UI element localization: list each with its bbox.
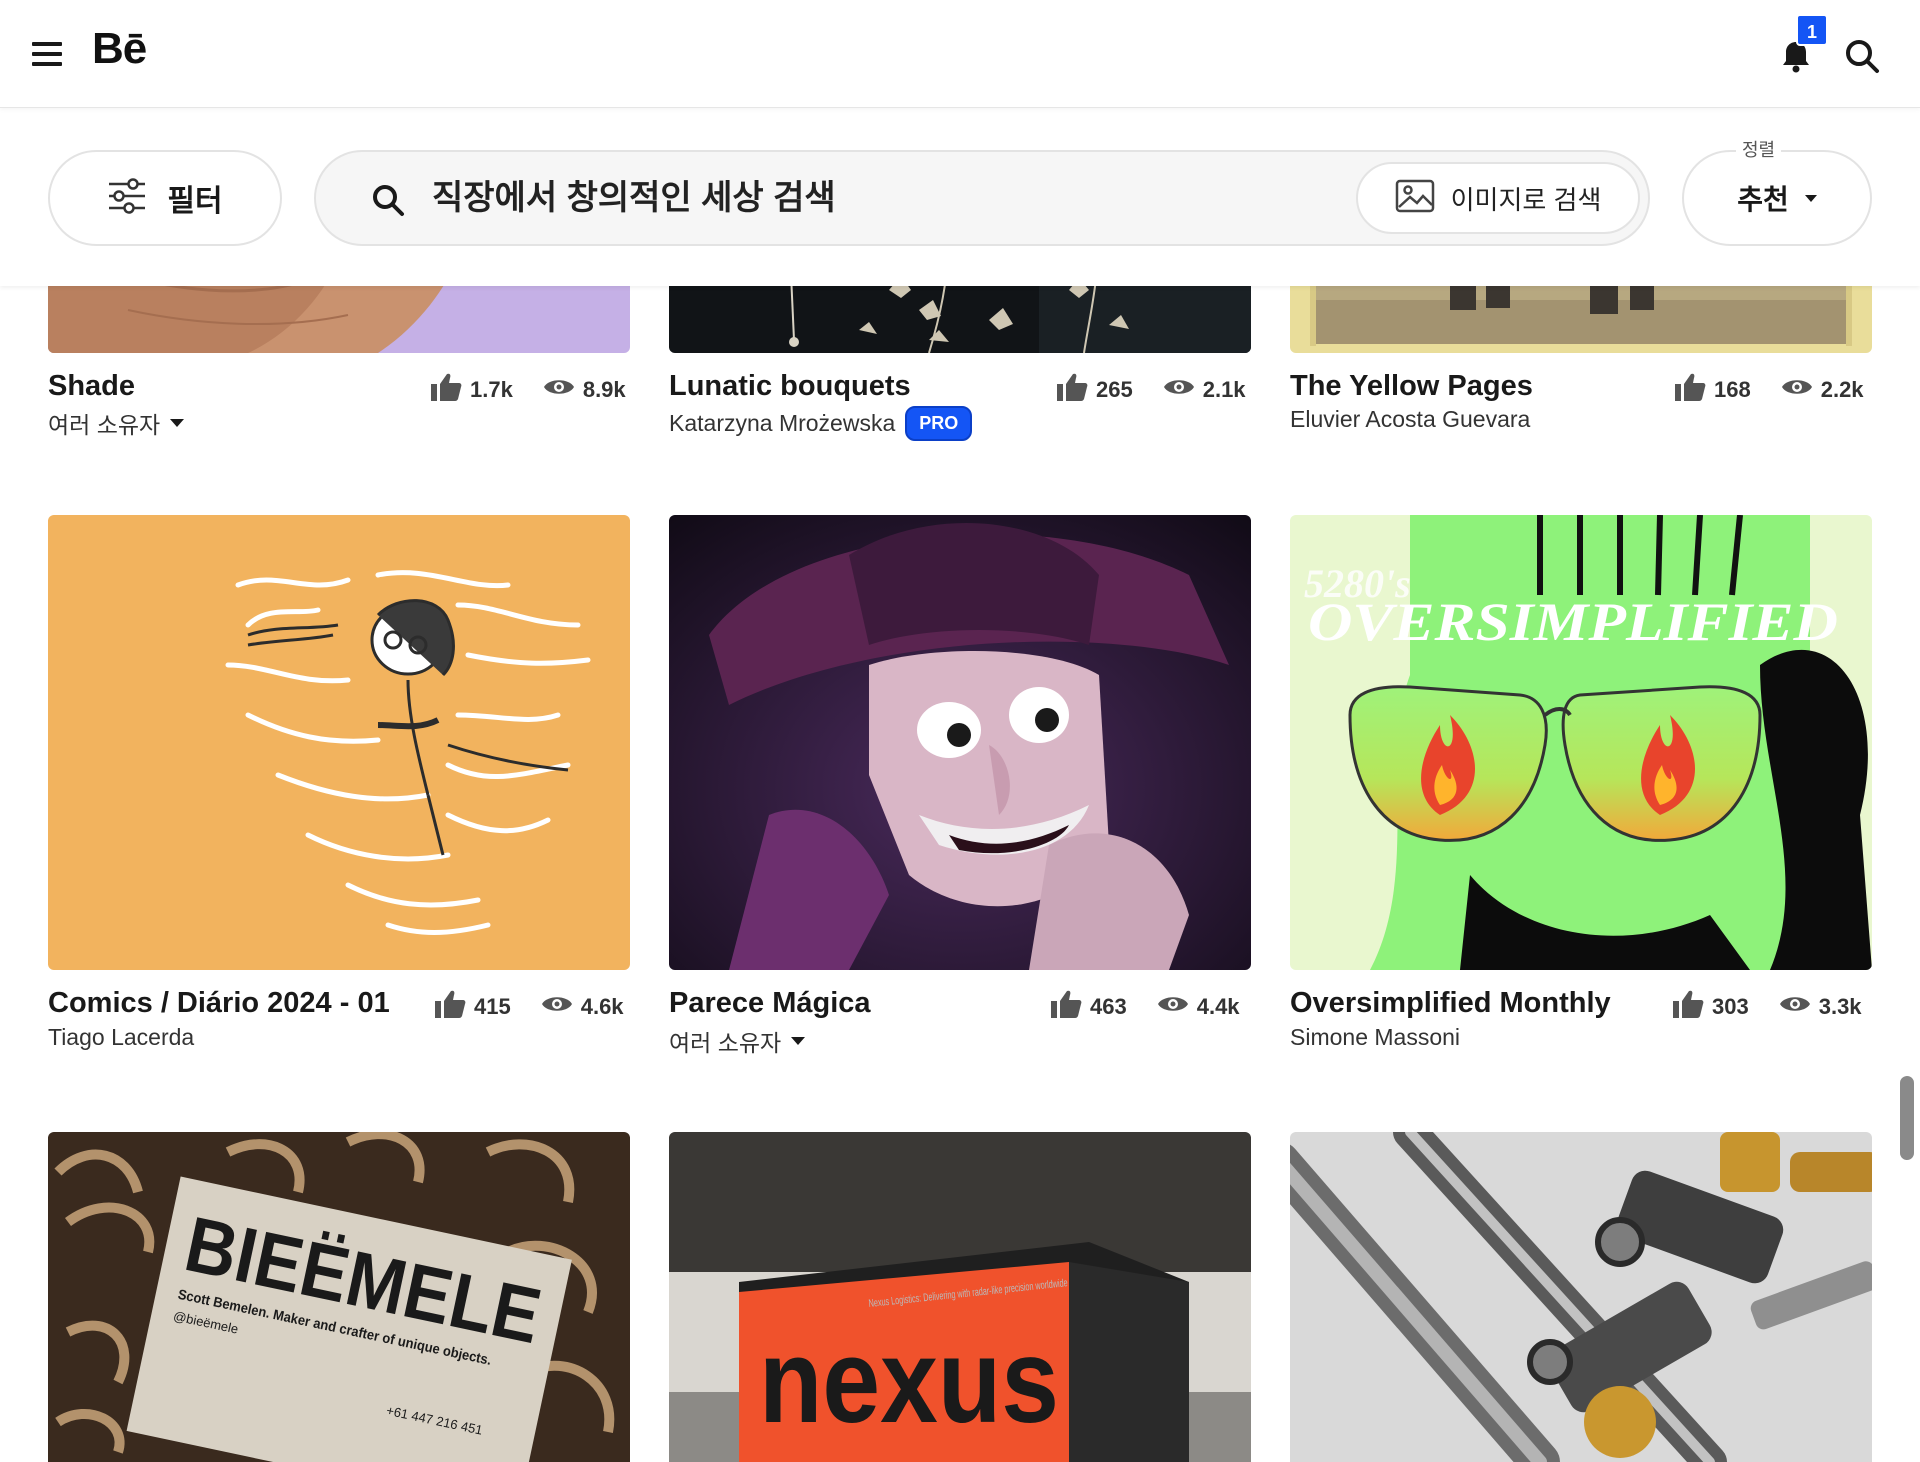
- project-stats: 463 4.4k: [1050, 989, 1240, 1025]
- thumbs-up-icon: [1674, 372, 1706, 408]
- search-filter-bar: 필터 직장에서 창의적인 세상 검색 이미지로 검색 정렬 추천: [0, 108, 1920, 286]
- search-icon[interactable]: [1842, 36, 1882, 76]
- view-count: 2.2k: [1820, 377, 1864, 402]
- view-count: 4.4k: [1196, 994, 1240, 1019]
- sort-dropdown[interactable]: 추천: [1682, 150, 1872, 246]
- project-title[interactable]: Parece Mágica: [669, 987, 871, 1020]
- sort-caption: 정렬: [1736, 136, 1782, 162]
- search-input[interactable]: 직장에서 창의적인 세상 검색: [432, 152, 1292, 244]
- view-count: 8.9k: [582, 377, 626, 402]
- eye-icon: [541, 993, 573, 1021]
- view-count: 2.1k: [1202, 377, 1246, 402]
- project-owner[interactable]: 여러 소유자: [48, 406, 185, 440]
- search-icon: [370, 182, 406, 218]
- pro-badge: PRO: [905, 406, 973, 441]
- image-search-label: 이미지로 검색: [1450, 184, 1602, 215]
- project-owner[interactable]: Eluvier Acosta Guevara: [1290, 406, 1530, 433]
- artwork-box-brand: nexus: [759, 1314, 1059, 1448]
- like-count: 463: [1090, 994, 1127, 1019]
- sliders-icon: [107, 177, 147, 219]
- image-search-button[interactable]: 이미지로 검색: [1356, 162, 1640, 234]
- view-count: 4.6k: [580, 994, 624, 1019]
- eye-icon: [1163, 376, 1195, 404]
- project-title[interactable]: The Yellow Pages: [1290, 370, 1533, 403]
- project-title[interactable]: Lunatic bouquets: [669, 370, 911, 403]
- eye-icon: [1779, 993, 1811, 1021]
- like-count: 415: [474, 994, 511, 1019]
- like-count: 265: [1096, 377, 1133, 402]
- chevron-down-icon: [791, 1037, 806, 1045]
- sort-value: 추천: [1737, 184, 1789, 215]
- project-owner[interactable]: Simone Massoni: [1290, 1024, 1460, 1051]
- chevron-down-icon: [170, 419, 185, 427]
- project-title[interactable]: Comics / Diário 2024 - 01: [48, 987, 390, 1020]
- project-title[interactable]: Shade: [48, 370, 135, 403]
- notification-count-badge: 1: [1796, 14, 1828, 46]
- behance-logo[interactable]: Bē: [92, 24, 147, 74]
- thumbs-up-icon: [434, 989, 466, 1025]
- project-thumbnail-nexus[interactable]: nexus Nexus Logistics: Delivering with r…: [669, 1132, 1251, 1462]
- eye-icon: [543, 376, 575, 404]
- search-box[interactable]: 직장에서 창의적인 세상 검색 이미지로 검색: [314, 150, 1650, 246]
- like-count: 303: [1712, 994, 1749, 1019]
- owner-name: Katarzyna Mrożewska: [669, 410, 896, 436]
- thumbs-up-icon: [1050, 989, 1082, 1025]
- eye-icon: [1157, 993, 1189, 1021]
- artwork-big-text: OVERSIMPLIFIED: [1308, 592, 1838, 652]
- project-thumbnail-oversimplified-monthly[interactable]: 5280's OVERSIMPLIFIED: [1290, 515, 1872, 970]
- filter-button[interactable]: 필터: [48, 150, 282, 246]
- project-owner[interactable]: Katarzyna Mrożewska PRO: [669, 406, 973, 441]
- owner-name: 여러 소유자: [669, 1030, 782, 1056]
- hamburger-menu-icon[interactable]: [28, 36, 68, 72]
- page-scrollbar[interactable]: [1900, 1076, 1914, 1160]
- eye-icon: [1781, 376, 1813, 404]
- view-count: 3.3k: [1818, 994, 1862, 1019]
- owner-name: Simone Massoni: [1290, 1024, 1461, 1050]
- owner-name: Tiago Lacerda: [48, 1024, 195, 1050]
- project-owner[interactable]: 여러 소유자: [669, 1024, 806, 1058]
- chevron-down-icon: [1804, 194, 1817, 202]
- thumbs-up-icon: [1056, 372, 1088, 408]
- owner-name: 여러 소유자: [48, 412, 161, 438]
- project-thumbnail-bieemele[interactable]: BIEËMELE Scott Bemelen. Maker and crafte…: [48, 1132, 630, 1462]
- project-thumbnail-parece-magica[interactable]: [669, 515, 1251, 970]
- project-stats: 168 2.2k: [1674, 372, 1864, 408]
- thumbs-up-icon: [1672, 989, 1704, 1025]
- project-thumbnail-3d-mechanical[interactable]: [1290, 1132, 1872, 1462]
- filter-label: 필터: [167, 185, 223, 218]
- project-thumbnail-comics-diario[interactable]: [48, 515, 630, 970]
- like-count: 1.7k: [470, 377, 513, 402]
- project-stats: 1.7k 8.9k: [430, 372, 626, 408]
- top-navigation-bar: Bē 1: [0, 0, 1920, 108]
- project-title[interactable]: Oversimplified Monthly: [1290, 987, 1611, 1020]
- project-owner[interactable]: Tiago Lacerda: [48, 1024, 194, 1051]
- project-stats: 303 3.3k: [1672, 989, 1862, 1025]
- project-stats: 415 4.6k: [434, 989, 624, 1025]
- thumbs-up-icon: [430, 372, 462, 408]
- like-count: 168: [1714, 377, 1751, 402]
- project-stats: 265 2.1k: [1056, 372, 1246, 408]
- owner-name: Eluvier Acosta Guevara: [1290, 406, 1531, 432]
- image-icon: [1395, 179, 1435, 218]
